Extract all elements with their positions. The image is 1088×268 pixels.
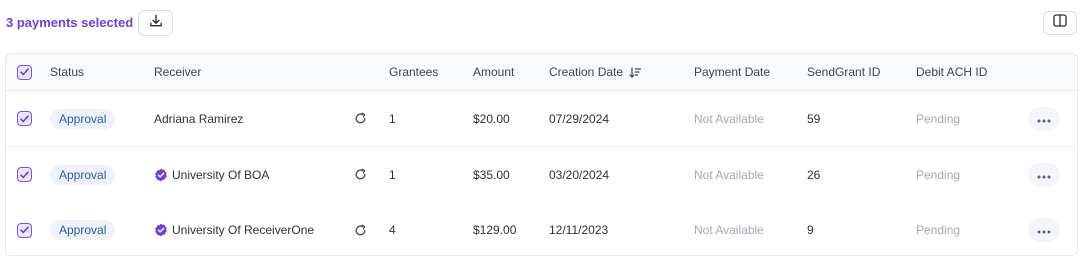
debit-ach-id-value: Pending <box>916 111 961 126</box>
payment-date-value: Not Available <box>694 223 764 237</box>
row-select-cell <box>17 147 32 202</box>
receiver-name: University Of BOA <box>172 167 270 182</box>
download-icon <box>149 14 163 33</box>
more-horizontal-icon <box>1037 223 1051 237</box>
select-all-checkbox[interactable] <box>17 64 32 80</box>
verified-badge-icon <box>154 223 168 237</box>
table-header: Status Receiver Grantees Amount Creation… <box>6 54 1077 91</box>
download-button[interactable] <box>138 10 173 36</box>
column-header-amount[interactable]: Amount <box>473 54 514 90</box>
receiver-name: University Of ReceiverOne <box>172 223 315 237</box>
creation-date-value: 12/11/2023 <box>549 223 609 237</box>
row-actions-button[interactable] <box>1028 106 1060 131</box>
creation-date-value: 07/29/2024 <box>549 111 610 126</box>
amount-value: $20.00 <box>473 111 510 126</box>
verified-badge-icon <box>154 168 168 182</box>
status-cell: Approval <box>50 91 116 146</box>
status-cell: Approval <box>50 147 116 202</box>
row-actions-cell <box>1028 202 1060 255</box>
row-checkbox[interactable] <box>17 222 32 238</box>
debit-ach-id-value: Pending <box>916 167 961 182</box>
payment-date-value: Not Available <box>694 111 764 126</box>
row-actions-cell <box>1028 91 1060 146</box>
receiver-cell: University Of BOA <box>154 147 269 202</box>
payments-table: Status Receiver Grantees Amount Creation… <box>5 53 1078 256</box>
status-badge: Approval <box>50 220 116 240</box>
column-header-payment-date[interactable]: Payment Date <box>694 54 770 90</box>
sort-descending-icon[interactable] <box>629 66 642 78</box>
sendgrant-id-value: 9 <box>807 223 814 237</box>
amount-value: $35.00 <box>473 167 510 182</box>
refresh-icon[interactable] <box>354 91 367 146</box>
creation-date-value: 03/20/2024 <box>549 167 610 182</box>
debit-ach-id-value: Pending <box>916 223 961 237</box>
column-header-sendgrant-id[interactable]: SendGrant ID <box>807 54 880 90</box>
receiver-cell: University Of ReceiverOne <box>154 202 315 255</box>
toggle-columns-button[interactable] <box>1043 11 1077 35</box>
row-actions-button[interactable] <box>1028 162 1060 187</box>
refresh-icon[interactable] <box>354 202 367 255</box>
grantees-count: 1 <box>389 167 396 182</box>
row-select-cell <box>17 202 32 255</box>
selection-toolbar: 3 payments selected <box>0 0 1088 46</box>
select-all-cell <box>17 54 32 90</box>
column-header-grantees[interactable]: Grantees <box>389 54 438 90</box>
status-badge: Approval <box>50 108 116 129</box>
columns-icon <box>1053 14 1067 32</box>
row-actions-cell <box>1028 147 1060 202</box>
receiver-name: Adriana Ramirez <box>154 111 244 126</box>
row-select-cell <box>17 91 32 146</box>
column-header-debit-ach-id[interactable]: Debit ACH ID <box>916 54 987 90</box>
selected-count-label: 3 payments selected <box>6 15 134 30</box>
sendgrant-id-value: 26 <box>807 167 821 182</box>
sendgrant-id-value: 59 <box>807 111 821 126</box>
column-header-receiver[interactable]: Receiver <box>154 54 201 90</box>
column-header-status[interactable]: Status <box>50 54 84 90</box>
grantees-count: 4 <box>389 223 396 237</box>
table-row[interactable]: Approval University Of ReceiverOne 4 $12… <box>6 202 1077 255</box>
table-row[interactable]: Approval University Of BOA 1 $35.00 03/2… <box>6 147 1077 203</box>
grantees-count: 1 <box>389 111 396 126</box>
more-horizontal-icon <box>1037 168 1051 182</box>
payment-date-value: Not Available <box>694 167 764 182</box>
table-row[interactable]: Approval Adriana Ramirez 1 $20.00 07/29/… <box>6 91 1077 147</box>
row-checkbox[interactable] <box>17 167 32 182</box>
amount-value: $129.00 <box>473 223 517 237</box>
row-actions-button[interactable] <box>1028 218 1060 242</box>
status-cell: Approval <box>50 202 116 255</box>
row-checkbox[interactable] <box>17 111 32 126</box>
column-header-creation-date[interactable]: Creation Date <box>549 54 642 90</box>
status-badge: Approval <box>50 164 116 185</box>
refresh-icon[interactable] <box>354 147 367 202</box>
more-horizontal-icon <box>1037 112 1051 126</box>
column-header-creation-date-label: Creation Date <box>549 65 624 79</box>
